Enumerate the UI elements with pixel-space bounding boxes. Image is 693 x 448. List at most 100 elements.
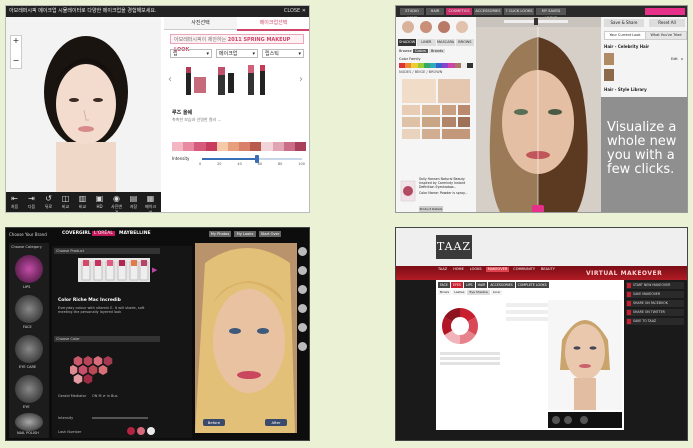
- brand-maybelline[interactable]: MAYBELLINE: [119, 231, 151, 236]
- hex-color-swatch[interactable]: [103, 356, 113, 366]
- action-item[interactable]: SAVE MAKEOVER: [626, 291, 684, 298]
- tab-photo-select[interactable]: 사진선택: [164, 17, 237, 30]
- nav-cosmetics[interactable]: COSMETICS: [446, 8, 472, 15]
- sub-tab[interactable]: Lashes: [452, 290, 467, 295]
- sub-tab[interactable]: Eye Shadow: [467, 290, 490, 295]
- promo-badge[interactable]: [645, 8, 685, 15]
- close-button[interactable]: CLOSE ✕: [284, 6, 306, 17]
- category-eye-care[interactable]: EYE CARE: [19, 365, 36, 369]
- split-slider[interactable]: [504, 18, 568, 25]
- brand-covergirl[interactable]: COVERGIRL: [62, 231, 91, 236]
- lips-category-icon[interactable]: [15, 255, 43, 283]
- brand-loreal[interactable]: L'ORÉAL: [92, 231, 115, 236]
- intensity-slider[interactable]: [202, 155, 302, 163]
- category-select[interactable]: 립 ▾: [170, 49, 212, 58]
- product-select[interactable]: 립스틱 ▾: [262, 49, 304, 58]
- nav-saved-looks[interactable]: MY SAVED LOOKS: [536, 8, 566, 20]
- color-swatch[interactable]: [194, 142, 206, 151]
- color-family-strip[interactable]: [399, 63, 474, 68]
- tab-liner[interactable]: LINER: [417, 39, 436, 46]
- zoom-in-icon[interactable]: [564, 416, 572, 424]
- category-lips[interactable]: LIPS: [23, 285, 30, 289]
- category-tab[interactable]: EYES: [450, 282, 463, 288]
- lash-swatches[interactable]: [126, 426, 156, 436]
- hex-color-swatch[interactable]: [88, 365, 98, 375]
- tab-mascara[interactable]: MASCARA: [436, 39, 455, 46]
- hex-color-swatch[interactable]: [83, 374, 93, 384]
- eye-care-category-icon[interactable]: [15, 335, 43, 363]
- product-details-button[interactable]: Product Details: [419, 206, 443, 212]
- after-button[interactable]: After: [265, 419, 287, 426]
- color-hex-grid[interactable]: [70, 356, 118, 390]
- carousel-next-icon[interactable]: ›: [299, 74, 303, 85]
- reset-all-button[interactable]: Reset All: [649, 19, 685, 27]
- hex-color-swatch[interactable]: [78, 365, 88, 375]
- category-tab[interactable]: LIPS: [463, 282, 475, 288]
- action-item[interactable]: SAVE TO TAAZ: [626, 318, 684, 325]
- nav-hair[interactable]: HAIR: [426, 8, 444, 15]
- swatch-row[interactable]: [440, 352, 500, 355]
- category-tab[interactable]: COMPLETE LOOKS: [515, 282, 549, 288]
- nav-item[interactable]: LOOKS: [468, 267, 484, 272]
- color-swatch[interactable]: [294, 142, 307, 151]
- toolbar-change-photo[interactable]: ◉ 사진변경: [110, 194, 123, 212]
- tab-current-look[interactable]: Your Current Look: [604, 31, 646, 40]
- tool-reset-icon[interactable]: [298, 285, 307, 294]
- face-category-icon[interactable]: [15, 295, 43, 323]
- toolbar-save[interactable]: ▤ 저장: [127, 194, 140, 211]
- color-swatch[interactable]: [216, 142, 228, 151]
- compare-icon[interactable]: [580, 416, 588, 424]
- toolbar-hd[interactable]: ▣ HD: [93, 194, 106, 211]
- swatch-row[interactable]: [440, 357, 500, 360]
- nav-item[interactable]: TAAZ: [436, 267, 449, 272]
- nav-item[interactable]: HOME: [451, 267, 466, 272]
- type-select[interactable]: 메이크업 ▾: [216, 49, 258, 58]
- carousel-prev-icon[interactable]: ‹: [168, 74, 172, 85]
- browse-brands[interactable]: Brands: [428, 49, 446, 53]
- tab-shadow[interactable]: SHADOW: [398, 39, 417, 46]
- nail-category-icon[interactable]: [15, 413, 43, 431]
- color-swatch[interactable]: [205, 142, 217, 151]
- category-face[interactable]: FACE: [23, 325, 32, 329]
- color-swatch[interactable]: [250, 142, 262, 151]
- category-eye[interactable]: EYE: [23, 405, 30, 409]
- my-photos-button[interactable]: My Photos: [209, 231, 231, 237]
- nav-click-looks[interactable]: 7 CLICK LOOKS: [504, 8, 534, 15]
- zoom-out-button[interactable]: −: [11, 56, 21, 66]
- color-swatch[interactable]: [272, 142, 284, 151]
- sub-tab[interactable]: Brows: [438, 290, 452, 295]
- split-handle-icon[interactable]: [532, 205, 544, 212]
- nav-accessories[interactable]: ACCESSORIES: [474, 8, 502, 15]
- color-swatch[interactable]: [227, 142, 240, 151]
- taaz-logo[interactable]: TAAZ: [436, 235, 472, 259]
- start-over-button[interactable]: Start Over: [259, 231, 281, 237]
- tool-print-icon[interactable]: [298, 342, 307, 351]
- tool-zoom-icon[interactable]: [298, 247, 307, 256]
- toolbar-first[interactable]: ⇤ 처음: [8, 194, 21, 211]
- category-tab[interactable]: ACCESSORIES: [488, 282, 515, 288]
- sub-tab[interactable]: Liner: [490, 290, 503, 295]
- category-tab[interactable]: FACE: [438, 282, 450, 288]
- color-swatch[interactable]: [283, 142, 295, 151]
- toolbar-next[interactable]: ⇥ 다음: [25, 194, 38, 211]
- hex-color-swatch[interactable]: [83, 356, 93, 366]
- before-button[interactable]: Before: [203, 419, 225, 426]
- nav-item[interactable]: MAKEOVER: [485, 267, 510, 272]
- tab-brows[interactable]: BROWS: [455, 39, 474, 46]
- color-wheel[interactable]: [440, 306, 480, 346]
- hex-color-swatch[interactable]: [93, 356, 103, 366]
- browse-colors[interactable]: Colors: [412, 49, 428, 53]
- carousel-next-icon[interactable]: ▶: [152, 266, 157, 274]
- color-swatch[interactable]: [183, 142, 195, 151]
- hex-color-swatch[interactable]: [73, 356, 83, 366]
- eye-category-icon[interactable]: [15, 375, 43, 403]
- category-nail-polish[interactable]: NAIL POLISH: [17, 431, 39, 435]
- action-item[interactable]: SHARE ON TWITTER: [626, 309, 684, 316]
- tool-compare-icon[interactable]: [298, 266, 307, 275]
- zoom-out-icon[interactable]: [552, 416, 560, 424]
- zoom-in-button[interactable]: +: [11, 36, 21, 46]
- action-item[interactable]: START NEW MAKEOVER: [626, 282, 684, 289]
- color-swatch[interactable]: [239, 142, 251, 151]
- color-family-swatch[interactable]: [466, 63, 474, 68]
- tool-save-icon[interactable]: [298, 304, 307, 313]
